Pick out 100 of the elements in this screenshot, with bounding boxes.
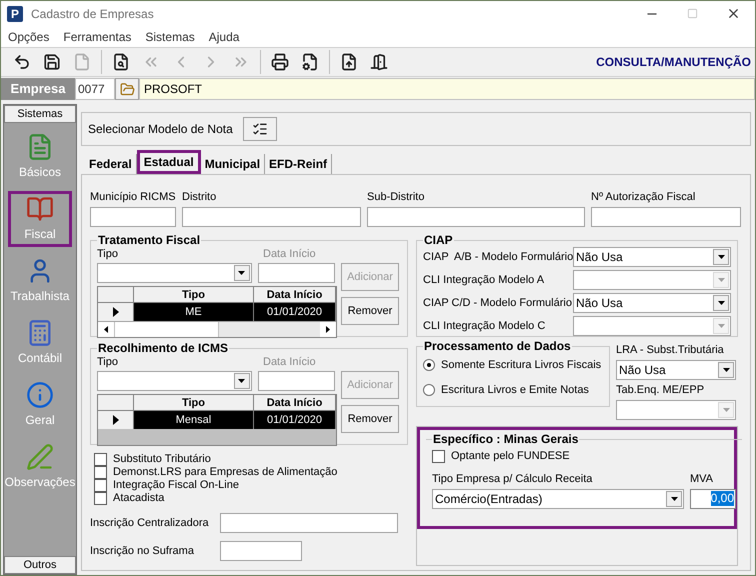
caret-icon [238,271,246,275]
company-type-dropdown[interactable]: Comércio(Entradas) [432,488,684,508]
type-dropdown[interactable] [97,371,252,391]
text-field[interactable] [220,513,398,533]
left-arrow-icon [104,326,108,333]
list-icon [252,121,268,137]
checkbox-label: Atacadista [113,491,164,506]
checkbox-label: Substituto Tributário [113,452,211,467]
field-label: Município RICMS [90,191,176,204]
field-label: CLI Integração Modelo A [423,272,546,288]
text-field[interactable] [591,207,741,227]
group-title: CIAP [423,233,454,247]
date-field[interactable] [258,371,335,391]
group-title: Específico : Minas Gerais [432,432,580,446]
company-code-field[interactable]: 0077 [75,78,115,100]
field-label: Inscrição no Suframa [90,544,195,559]
checkbox-label: Optante pelo FUNDESE [451,449,570,464]
text-field[interactable] [367,207,585,227]
caret-icon [238,379,246,383]
scroll-right-button[interactable] [320,322,336,337]
remove-button[interactable]: Remover [341,297,399,325]
text-field[interactable] [220,541,302,561]
text-field[interactable] [90,207,176,227]
grid-row[interactable]: ME 01/01/2020 [98,303,336,321]
row-pointer-icon [112,307,118,317]
sidebar-footer[interactable]: Outros [4,556,76,574]
field-label: Sub-Distrito [367,191,426,204]
tab[interactable]: EFD-Reinf [265,154,332,174]
window-title: Cadastro de Empresas [31,6,154,22]
field-label: Distrito [182,191,218,204]
field-label: MVA [690,472,714,486]
exit-icon [370,53,388,71]
group-title: Processamento de Dados [423,339,572,353]
scroll-left-button[interactable] [98,322,114,337]
group-title: Tratamento Fiscal [97,233,202,247]
mode-label: CONSULTA/MANUTENÇÃO [596,54,751,71]
checkbox[interactable] [94,492,107,505]
form-dropdown[interactable]: Não Usa [573,293,731,313]
open-folder-button[interactable] [115,78,139,100]
right-arrow-icon [326,326,330,333]
remove-button[interactable]: Remover [341,405,399,433]
radio-button[interactable] [423,359,435,372]
checkbox[interactable] [94,453,107,466]
tab[interactable]: Estadual [136,150,201,174]
checkbox[interactable] [94,479,107,492]
document-upload-icon [340,53,358,71]
tab[interactable]: Municipal [200,154,266,174]
field-label: Tab.Enq. ME/EPP [616,383,706,397]
field-label: Tipo Empresa p/ Cálculo Receita [432,472,594,486]
lra-dropdown[interactable]: Não Usa [616,360,736,380]
type-dropdown[interactable] [97,263,252,283]
menu-item[interactable]: Ajuda [202,28,246,46]
sidebar-header[interactable]: Sistemas [4,105,76,123]
horizontal-scrollbar[interactable] [98,321,336,337]
document-icon [73,53,91,71]
app-logo: P [7,6,23,22]
caret-icon [670,496,678,500]
menu-item[interactable]: Sistemas [138,28,202,46]
field-label: LRA - Subst.Tributária [616,343,725,357]
field-label: Tipo [97,247,119,261]
radio-button[interactable] [423,384,435,396]
field-label: Nº Autorização Fiscal [591,191,696,204]
form-dropdown[interactable]: Não Usa [573,247,731,267]
mva-field[interactable]: 0,00 [690,488,736,508]
caret-icon [718,255,724,259]
field-label: CLI Integração Modelo C [423,318,546,334]
book-icon [26,195,54,223]
radio-label: Escritura Livros e Emite Notas [441,382,589,398]
field-label: Data Início [263,247,316,261]
field-label: Data Início [263,355,316,369]
menu-item[interactable]: Opções [1,28,56,46]
folder-icon [120,82,134,96]
pen-icon [26,443,54,471]
select-model-button[interactable] [242,117,277,141]
print-icon [271,53,289,71]
checkbox[interactable] [432,450,445,463]
close-icon[interactable] [726,6,741,21]
undo-icon [13,53,31,71]
menu-item[interactable]: Ferramentas [56,28,138,46]
info-icon [26,381,54,409]
model-label: Selecionar Modelo de Nota [88,121,233,138]
document-gear-icon [301,53,319,71]
checkbox-label: Demonst.LRS para Empresas de Alimentação [113,465,338,480]
caret-icon [722,408,730,412]
company-label: Empresa [1,78,75,100]
field-label: CIAP A/B - Modelo Formulário [423,250,573,265]
checkbox[interactable] [94,466,107,479]
date-field[interactable] [258,263,335,283]
text-field[interactable] [182,207,361,227]
field-label: Inscrição Centralizadora [90,516,210,531]
caret-icon [718,301,724,305]
company-name-field[interactable]: PROSOFT [139,78,755,100]
caret-icon [718,278,724,282]
radio-label: Somente Escritura Livros Fiscais [441,358,602,373]
preview-icon [112,53,130,71]
caret-icon [722,368,730,372]
row-pointer-icon [112,415,118,425]
field-label: Tipo [97,355,119,369]
field-label: CIAP C/D - Modelo Formulário [423,296,573,311]
grid-row[interactable]: Mensal 01/01/2020 [98,411,336,429]
